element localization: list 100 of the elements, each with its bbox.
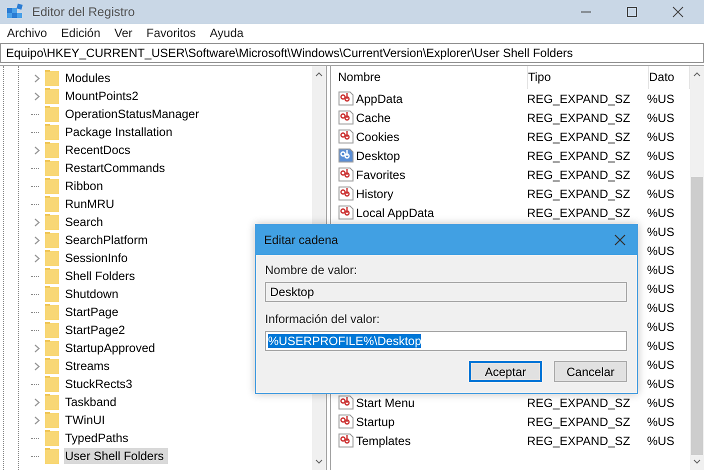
maximize-icon[interactable] [626, 6, 638, 18]
menu-item[interactable]: Edición [61, 26, 100, 40]
folder-icon [45, 178, 59, 194]
folder-icon [45, 70, 59, 86]
scroll-down-icon[interactable] [315, 459, 323, 464]
scroll-down-icon[interactable] [693, 459, 701, 464]
value-data: %US [647, 186, 676, 200]
tree-item[interactable]: StartPage [64, 304, 122, 320]
tree-item[interactable]: SearchPlatform [64, 232, 152, 248]
value-data: %US [647, 110, 676, 124]
folder-icon [45, 250, 59, 266]
value-type: REG_EXPAND_SZ [527, 186, 630, 200]
value-data: %US [647, 320, 676, 334]
folder-icon [45, 358, 59, 374]
address-bar[interactable]: Equipo\HKEY_CURRENT_USER\Software\Microsoft\Windows\CurrentVersion\Explorer\User Shell Folders [0, 43, 704, 63]
value-name[interactable]: Desktop [356, 148, 400, 162]
column-header[interactable]: Tipo [528, 66, 649, 89]
tree-item[interactable]: Ribbon [64, 178, 108, 194]
dialog-title: Editar cadena [264, 233, 338, 247]
value-data: %US [647, 414, 676, 428]
value-type: REG_EXPAND_SZ [527, 92, 630, 106]
value-type: REG_EXPAND_SZ [527, 130, 630, 144]
tree-item[interactable]: Shutdown [64, 286, 122, 302]
value-data-field[interactable]: %USERPROFILE%\Desktop [265, 331, 627, 351]
tree-item[interactable]: Streams [64, 358, 114, 374]
value-data: %US [647, 206, 676, 220]
registry-icon [6, 3, 24, 21]
close-icon[interactable] [614, 234, 626, 246]
tree-item[interactable]: TWinUI [64, 412, 109, 428]
value-name[interactable]: Start Menu [356, 396, 415, 410]
folder-icon [45, 322, 59, 338]
folder-icon [45, 376, 59, 392]
value-type: REG_EXPAND_SZ [527, 110, 630, 124]
folder-icon [45, 340, 59, 356]
folder-icon [45, 394, 59, 410]
value-data: %US [647, 168, 676, 182]
tree-item[interactable]: Modules [64, 70, 114, 86]
tree-item[interactable]: Search [64, 214, 108, 230]
tree-item[interactable]: SessionInfo [64, 250, 132, 266]
tree-item[interactable]: Shell Folders [64, 268, 140, 284]
value-type: REG_EXPAND_SZ [527, 414, 630, 428]
value-name-field[interactable]: Desktop [265, 282, 627, 302]
scroll-up-icon[interactable] [693, 72, 701, 77]
tree-item[interactable]: OperationStatusManager [64, 106, 204, 122]
folder-icon [45, 268, 59, 284]
value-data: %US [647, 148, 676, 162]
tree-item[interactable]: User Shell Folders [64, 448, 168, 464]
tree-item[interactable]: StartPage2 [64, 322, 130, 338]
value-name[interactable]: History [356, 186, 394, 200]
value-type: REG_EXPAND_SZ [527, 434, 630, 448]
dialog-button[interactable]: Aceptar [469, 361, 542, 382]
folder-icon [45, 124, 59, 140]
folder-icon [45, 304, 59, 320]
dialog-button[interactable]: Cancelar [554, 361, 627, 382]
tree-item[interactable]: RecentDocs [64, 142, 134, 158]
value-data: %US [647, 358, 676, 372]
value-type: REG_EXPAND_SZ [527, 168, 630, 182]
menu-item[interactable]: Archivo [7, 26, 48, 40]
value-name[interactable]: AppData [356, 92, 403, 106]
folder-icon [45, 160, 59, 176]
tree-item[interactable]: Taskband [64, 394, 120, 410]
tree-item[interactable]: MountPoints2 [64, 88, 142, 104]
field-label: Nombre de valor: [265, 263, 358, 277]
scrollbar[interactable] [690, 66, 704, 470]
close-icon[interactable] [672, 6, 684, 18]
value-data: %US [647, 262, 676, 276]
value-name[interactable]: Startup [356, 414, 395, 428]
tree-item[interactable]: StartupApproved [64, 340, 160, 356]
value-name[interactable]: Cache [356, 110, 391, 124]
folder-icon [45, 214, 59, 230]
value-type: REG_EXPAND_SZ [527, 148, 630, 162]
column-header[interactable]: Nombre [336, 66, 528, 89]
tree-item[interactable]: RunMRU [64, 196, 118, 212]
value-name[interactable]: Templates [356, 434, 411, 448]
field-label: Información del valor: [265, 312, 381, 326]
window-title: Editor del Registro [32, 5, 136, 19]
folder-icon [45, 232, 59, 248]
value-name[interactable]: Cookies [356, 130, 400, 144]
folder-icon [45, 106, 59, 122]
folder-icon [45, 430, 59, 446]
menu-item[interactable]: Ver [114, 26, 132, 40]
value-data: %US [647, 434, 676, 448]
menu-item[interactable]: Ayuda [210, 26, 244, 40]
tree-item[interactable]: RestartCommands [64, 160, 170, 176]
value-name[interactable]: Local AppData [356, 206, 434, 220]
value-data: %US [647, 300, 676, 314]
menu-item[interactable]: Favoritos [146, 26, 196, 40]
tree-item[interactable]: TypedPaths [64, 430, 132, 446]
scroll-up-icon[interactable] [315, 72, 323, 77]
tree-item[interactable]: StuckRects3 [64, 376, 136, 392]
value-name[interactable]: Favorites [356, 168, 406, 182]
folder-icon [45, 412, 59, 428]
folder-icon [45, 286, 59, 302]
value-data: %US [647, 338, 676, 352]
tree-item[interactable]: Package Installation [64, 124, 176, 140]
value-data: %US [647, 224, 676, 238]
folder-icon [45, 448, 59, 464]
value-type: REG_EXPAND_SZ [527, 206, 630, 220]
value-data: %US [647, 396, 676, 410]
value-data: %US [647, 244, 676, 258]
